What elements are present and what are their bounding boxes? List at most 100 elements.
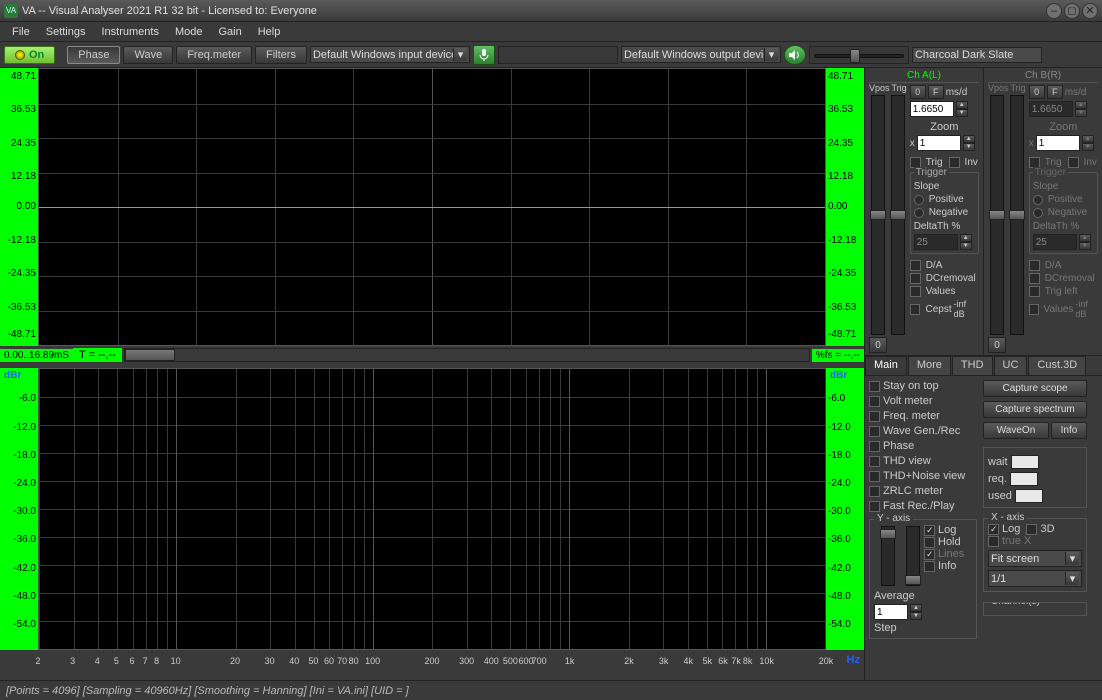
msd-down-icon[interactable]: ▼: [956, 109, 968, 117]
mic-icon[interactable]: [473, 45, 495, 65]
stay-on-top-checkbox[interactable]: [869, 381, 880, 392]
maximize-icon[interactable]: ◻: [1064, 3, 1080, 19]
menu-instruments[interactable]: Instruments: [93, 24, 166, 40]
menu-settings[interactable]: Settings: [38, 24, 94, 40]
wave-gen-checkbox[interactable]: [869, 426, 880, 437]
tab-more[interactable]: More: [908, 356, 951, 375]
phase-button[interactable]: Phase: [67, 46, 120, 64]
input-device-combo[interactable]: Default Windows input device▾: [310, 46, 470, 63]
on-button[interactable]: On: [4, 46, 55, 64]
x-tick-label: 1k: [565, 656, 575, 666]
scope-scrollbar[interactable]: [124, 348, 810, 362]
tab-main[interactable]: Main: [865, 356, 907, 375]
zoom-a-input[interactable]: [917, 135, 961, 151]
scope-time-range: 0.00..16.89mS: [0, 349, 73, 362]
average-input[interactable]: [874, 604, 908, 620]
input-gain-ruler[interactable]: [498, 46, 618, 64]
info-button[interactable]: Info: [1051, 422, 1087, 439]
theme-combo[interactable]: Charcoal Dark Slate: [912, 47, 1042, 63]
output-gain-ruler[interactable]: [809, 46, 909, 64]
thd-noise-checkbox[interactable]: [869, 471, 880, 482]
waveon-button[interactable]: WaveOn: [983, 422, 1049, 439]
speaker-icon[interactable]: [784, 45, 806, 65]
msd-label: ms/d: [946, 87, 968, 98]
phase-checkbox[interactable]: [869, 441, 880, 452]
slider-thumb[interactable]: [850, 49, 860, 63]
reset-a-button[interactable]: 0: [869, 337, 887, 353]
fast-rec-checkbox[interactable]: [869, 501, 880, 512]
filters-button[interactable]: Filters: [255, 46, 307, 64]
minimize-icon[interactable]: –: [1046, 3, 1062, 19]
output-device-combo[interactable]: Default Windows output device▾: [621, 46, 781, 63]
capture-column: Capture scope Capture spectrum WaveOn In…: [983, 380, 1087, 676]
settings-panel: Main More THD UC Cust.3D Stay on top Vol…: [865, 355, 1102, 680]
tab-uc[interactable]: UC: [994, 356, 1028, 375]
cepst-a-checkbox[interactable]: [910, 304, 921, 315]
zrlc-checkbox[interactable]: [869, 486, 880, 497]
capture-scope-button[interactable]: Capture scope: [983, 380, 1087, 397]
menu-mode[interactable]: Mode: [167, 24, 211, 40]
chevron-down-icon[interactable]: ▾: [764, 48, 778, 61]
info-y-checkbox[interactable]: [924, 561, 935, 572]
fitscreen-combo[interactable]: Fit screen▾: [988, 550, 1082, 567]
titlebar: VA VA -- Visual Analyser 2021 R1 32 bit …: [0, 0, 1102, 22]
scope-canvas[interactable]: [38, 68, 826, 346]
y-slider-1[interactable]: [881, 526, 895, 586]
x-tick-label: 5: [114, 656, 119, 666]
x-tick-label: 40: [289, 656, 299, 666]
x-tick-label: 700: [532, 656, 547, 666]
spectrum-xaxis: 2345678102030405060708010020030040050060…: [38, 652, 826, 666]
da-a-checkbox[interactable]: [910, 260, 921, 271]
delta-a-input[interactable]: [914, 234, 958, 250]
menu-file[interactable]: File: [4, 24, 38, 40]
neg-a-radio[interactable]: [914, 208, 924, 218]
scope-t-value: T = --,--: [73, 348, 122, 362]
3d-checkbox[interactable]: [1026, 524, 1037, 535]
zoom-label: Zoom: [910, 121, 979, 133]
capture-spectrum-button[interactable]: Capture spectrum: [983, 401, 1087, 418]
freq-meter-checkbox[interactable]: [869, 411, 880, 422]
lines-checkbox[interactable]: [924, 549, 935, 560]
pos-a-radio[interactable]: [914, 195, 924, 205]
reset-b-button: 0: [988, 337, 1006, 353]
req-field: [1010, 472, 1038, 486]
menu-help[interactable]: Help: [250, 24, 289, 40]
menu-gain[interactable]: Gain: [210, 24, 249, 40]
f-a-button[interactable]: F: [928, 85, 944, 99]
ratio-combo[interactable]: 1/1▾: [988, 570, 1082, 587]
vpos-slider-b: [990, 95, 1004, 335]
wave-button[interactable]: Wave: [123, 46, 173, 64]
vpos-slider-a[interactable]: [871, 95, 885, 335]
thd-view-checkbox[interactable]: [869, 456, 880, 467]
tab-cust3d[interactable]: Cust.3D: [1028, 356, 1086, 375]
hold-checkbox[interactable]: [924, 537, 935, 548]
trig-slider-a[interactable]: [891, 95, 905, 335]
volt-meter-checkbox[interactable]: [869, 396, 880, 407]
tab-thd[interactable]: THD: [952, 356, 993, 375]
x-tick-label: 50: [308, 656, 318, 666]
chevron-down-icon[interactable]: ▾: [453, 48, 467, 61]
values-a-checkbox[interactable]: [910, 286, 921, 297]
tabs-row: Main More THD UC Cust.3D: [865, 356, 1102, 376]
log-y-checkbox[interactable]: [924, 525, 935, 536]
dcr-a-checkbox[interactable]: [910, 273, 921, 284]
x-tick-label: 70: [337, 656, 347, 666]
x-tick-label: 7: [143, 656, 148, 666]
inv-a-checkbox[interactable]: [949, 157, 960, 168]
spectrum-canvas[interactable]: [38, 368, 826, 650]
msd-a-input[interactable]: [910, 101, 954, 117]
channel-a-title: Ch A(L): [869, 70, 979, 83]
x-tick-label: 8: [154, 656, 159, 666]
toolbar: On Phase Wave Freq.meter Filters Default…: [0, 42, 1102, 68]
log-x-checkbox[interactable]: [988, 524, 999, 535]
zero-a-button[interactable]: 0: [910, 85, 926, 99]
truex-checkbox[interactable]: [988, 536, 999, 547]
msd-up-icon[interactable]: ▲: [956, 101, 968, 109]
msd-b-input: [1029, 101, 1073, 117]
close-icon[interactable]: ✕: [1082, 3, 1098, 19]
window-title: VA -- Visual Analyser 2021 R1 32 bit - L…: [22, 5, 1046, 17]
scope-left-scale: 48.71 36.53 24.35 12.18 0.00 -12.18 -24.…: [0, 68, 38, 346]
freqmeter-button[interactable]: Freq.meter: [176, 46, 252, 64]
y-slider-2[interactable]: [906, 526, 920, 586]
x-tick-label: 500: [503, 656, 518, 666]
